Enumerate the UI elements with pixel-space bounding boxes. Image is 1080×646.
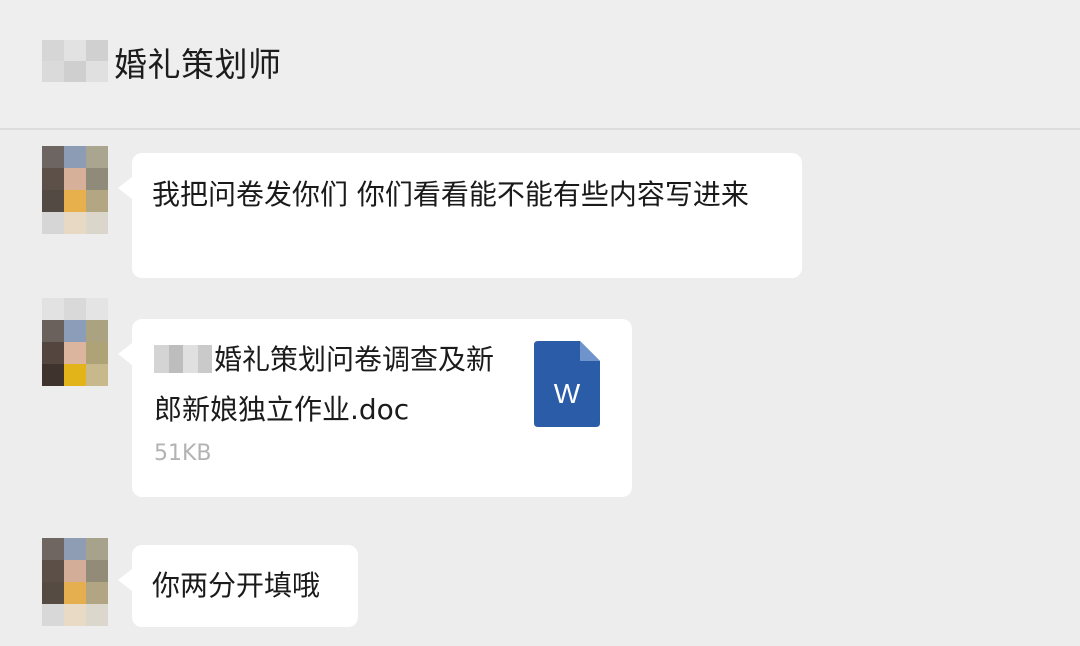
sender-avatar[interactable] [42,538,108,626]
message-text: 你两分开填哦 [152,569,321,602]
redacted-name-mosaic [42,40,108,82]
file-name: 婚礼策划问卷调查及新郎新娘独立作业.doc [154,335,514,435]
file-size: 51KB [154,441,212,466]
sender-avatar[interactable] [42,146,108,234]
message-text: 我把问卷发你们 你们看看能不能有些内容写进来 [152,178,749,211]
redacted-text-mosaic [154,345,212,373]
chat-window: 婚礼策划师 我把问卷发你们 你们看看能不能有些内容写进来 婚礼策划问卷调查及新郎… [0,0,1080,646]
word-icon-letter: W [554,378,581,409]
message-bubble[interactable]: 我把问卷发你们 你们看看能不能有些内容写进来 [118,153,802,278]
chat-title[interactable]: 婚礼策划师 [114,38,282,86]
file-message-bubble[interactable]: 婚礼策划问卷调查及新郎新娘独立作业.doc 51KB W [118,319,632,497]
sender-avatar[interactable] [42,298,108,386]
message-bubble[interactable]: 你两分开填哦 [118,545,358,627]
chat-header: 婚礼策划师 [0,0,1080,130]
word-document-icon: W [534,341,600,427]
